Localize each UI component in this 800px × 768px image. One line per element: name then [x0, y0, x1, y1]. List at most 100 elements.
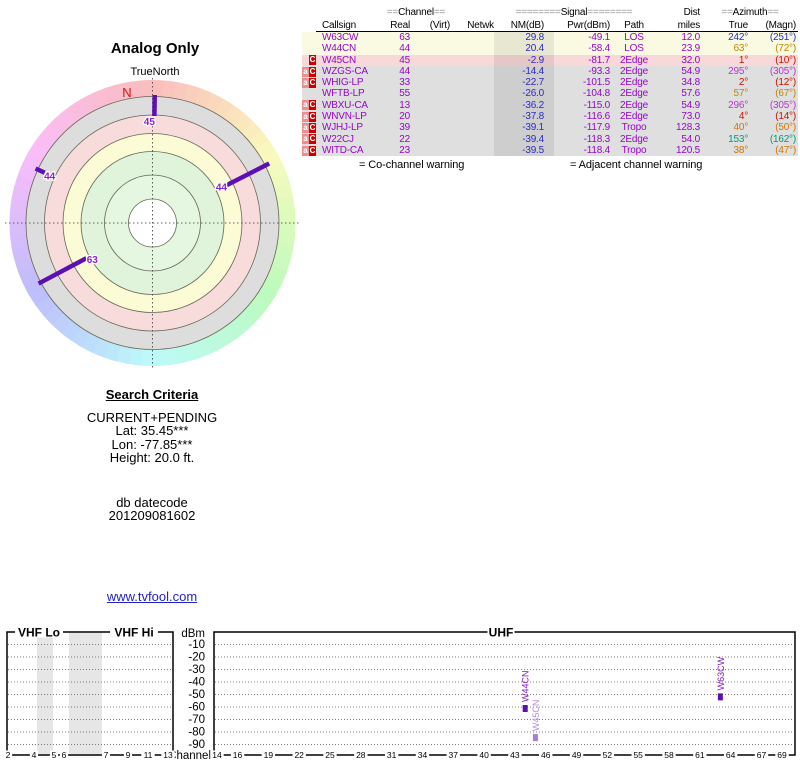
adjacent-channel-warning-icon: a	[302, 100, 309, 111]
cell-callsign: WITD-CA	[322, 144, 364, 156]
svg-text:37: 37	[449, 750, 459, 760]
svg-text:40: 40	[479, 750, 489, 760]
svg-text:-60: -60	[188, 702, 205, 714]
cell-magn-azimuth: (305°)	[769, 99, 796, 111]
cell-callsign: WNVN-LP	[322, 111, 367, 123]
table-row: a C WNVN-LP 20 -37.8 -116.6 2Edge 73.0 4° (14°)	[302, 111, 798, 123]
table-row: a C WITD-CA 23 -39.5 -118.4 Tropo 120.5 38° (47°)	[302, 144, 798, 157]
cell-true-azimuth: 2°	[738, 77, 748, 89]
cell-miles: 34.8	[681, 77, 700, 89]
radar-polar-chart: N 45 44 44 63	[5, 78, 300, 368]
cell-pwr-dbm: -118.4	[583, 144, 611, 156]
cell-true-azimuth: 295°	[728, 65, 748, 77]
cell-true-azimuth: 57°	[733, 88, 748, 100]
search-height: Height: 20.0 ft.	[109, 450, 195, 465]
svg-text:11: 11	[144, 750, 153, 760]
cell-pwr-dbm: -81.7	[588, 54, 610, 66]
co-channel-warning-icon: C	[309, 111, 316, 122]
cell-callsign: W45CN	[322, 54, 357, 66]
cell-miles: 54.9	[681, 99, 700, 111]
table-header-columns: Callsign Real (Virt) Netwk NM(dB) Pwr(dB…	[302, 19, 798, 32]
svg-text:69: 69	[777, 750, 787, 760]
radar-title: Analog Only	[110, 40, 200, 57]
co-channel-warning-icon: C	[309, 77, 316, 88]
col-header-pwr: Pwr(dBm)	[567, 20, 610, 31]
co-channel-warning-icon: C	[309, 134, 316, 145]
cell-pwr-dbm: -101.5	[582, 77, 610, 89]
cell-nm-db: -26.0	[494, 88, 554, 100]
signal-bar	[522, 705, 528, 712]
site-link-wrap: www.tvfool.com	[0, 589, 304, 604]
header-signal-group: ========Signal========	[515, 7, 633, 18]
table-row: a C WHIG-LP 33 -22.7 -101.5 2Edge 34.8 2° (12°)	[302, 77, 798, 89]
svg-text:22: 22	[294, 750, 304, 760]
station-table: ==Channel== ========Signal======== Dist …	[302, 6, 798, 157]
svg-text:-30: -30	[188, 664, 205, 676]
co-channel-legend-text: = Co-channel warning	[359, 159, 465, 171]
svg-text:19: 19	[264, 750, 274, 760]
svg-text:14: 14	[212, 750, 222, 760]
cell-pwr-dbm: -49.1	[588, 32, 610, 43]
cell-virt-channel	[410, 43, 450, 54]
cell-nm-db: -36.2	[494, 99, 554, 112]
cell-path: LOS	[624, 32, 644, 43]
header-dist-group: Dist	[683, 7, 701, 18]
svg-text:49: 49	[572, 750, 582, 760]
cell-magn-azimuth: (50°)	[775, 122, 796, 134]
cell-true-azimuth: 153°	[728, 133, 748, 145]
svg-text:-50: -50	[188, 689, 205, 701]
search-criteria-title: Search Criteria	[105, 387, 199, 402]
adjacent-channel-warning-icon: a	[557, 159, 563, 170]
cell-virt-channel	[410, 55, 450, 66]
svg-text:67: 67	[757, 750, 767, 760]
cell-magn-azimuth: (305°)	[769, 65, 796, 77]
cell-true-azimuth: 4°	[738, 111, 748, 123]
cell-real-channel: 44	[399, 43, 410, 55]
table-row: WFTB-LP 55 -26.0 -104.8 2Edge 57.6 57° (67°)	[302, 88, 798, 100]
co-channel-warning-icon: C	[309, 55, 316, 66]
svg-text:34: 34	[418, 750, 428, 760]
header-channel-group: ==Channel==	[386, 7, 446, 18]
table-row: a C WZGS-CA 44 -14.4 -93.3 2Edge 54.9 295° (305°)	[302, 65, 798, 78]
cell-pwr-dbm: -104.8	[582, 88, 610, 100]
cell-true-azimuth: 38°	[733, 144, 748, 156]
cell-virt-channel	[410, 88, 450, 99]
cell-virt-channel	[410, 32, 450, 43]
cell-path: 2Edge	[620, 99, 648, 111]
cell-virt-channel	[410, 145, 450, 156]
svg-text:-10: -10	[188, 639, 205, 651]
radar-north-label: TrueNorth	[130, 66, 180, 78]
adjacent-channel-warning-icon: a	[302, 145, 309, 156]
spectrum-shaded-band	[69, 633, 102, 754]
cell-path: Tropo	[621, 122, 647, 134]
cell-path: Tropo	[621, 144, 647, 156]
cell-nm-db: -22.7	[494, 77, 554, 89]
svg-text:55: 55	[633, 750, 643, 760]
co-channel-warning-icon: C	[309, 145, 316, 156]
tvfool-report-page: Analog Only TrueNorth N 45 44 44 63 ==Channe…	[0, 0, 800, 768]
cell-miles: 54.9	[681, 65, 700, 77]
table-row: a C W22CJ 22 -39.4 -118.3 2Edge 54.0 153° (162°)	[302, 133, 798, 145]
co-channel-warning-icon: C	[309, 100, 316, 111]
signal-bar	[717, 693, 723, 701]
cell-network	[450, 55, 494, 66]
svg-text:58: 58	[664, 750, 674, 760]
cell-network	[450, 100, 494, 111]
cell-nm-db: -39.1	[494, 122, 554, 134]
cell-pwr-dbm: -118.3	[583, 133, 611, 145]
tvfool-link[interactable]: www.tvfool.com	[107, 589, 197, 604]
dbm-gridlines	[8, 644, 794, 745]
cell-virt-channel	[410, 122, 450, 133]
cell-pwr-dbm: -115.0	[583, 99, 611, 111]
cell-pwr-dbm: -116.6	[583, 111, 611, 123]
uhf-panel-border	[213, 631, 796, 756]
table-row: W63CW 63 29.8 -49.1 LOS 12.0 242° (251°)	[302, 32, 798, 44]
cell-miles: 120.5	[675, 144, 700, 156]
table-row: a C WJHJ-LP 39 -39.1 -117.9 Tropo 128.3 40° (50°)	[302, 122, 798, 134]
svg-text:4: 4	[32, 750, 37, 760]
cell-true-azimuth: 1°	[738, 54, 748, 66]
svg-text:16: 16	[233, 750, 243, 760]
cell-network	[450, 145, 494, 156]
vhf-hi-label: VHF Hi	[114, 626, 153, 640]
cell-path: LOS	[624, 43, 644, 55]
